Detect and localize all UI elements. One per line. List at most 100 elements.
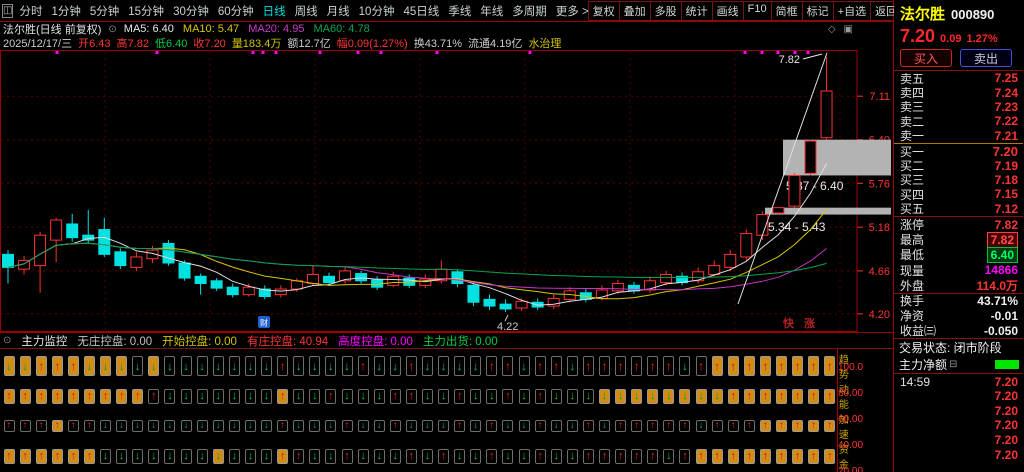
signal-cell: ↑ bbox=[663, 356, 674, 376]
period-tab-年线[interactable]: 年线 bbox=[480, 3, 503, 19]
axis-tick-label: 20.00 bbox=[838, 455, 869, 472]
toolbar-button-多股[interactable]: 多股 bbox=[650, 1, 682, 21]
signal-cell: ↑ bbox=[599, 356, 610, 376]
signal-cell: ↓ bbox=[358, 389, 369, 404]
signal-cell: ↓ bbox=[164, 389, 175, 404]
toolbar-button-简框[interactable]: 简框 bbox=[771, 1, 803, 21]
period-tab-10分钟[interactable]: 10分钟 bbox=[359, 3, 395, 19]
signal-cell: ↑ bbox=[760, 389, 771, 404]
period-tab-15分钟[interactable]: 15分钟 bbox=[128, 3, 164, 19]
signal-cell: ↑ bbox=[342, 420, 353, 432]
signal-cell: ↓ bbox=[197, 389, 208, 404]
signal-cell: ↓ bbox=[599, 420, 610, 432]
ohlc-segment: 低6.40 bbox=[155, 35, 187, 51]
signal-cell: ↓ bbox=[583, 389, 594, 404]
queue-price: 7.25 bbox=[995, 71, 1018, 85]
info-row-现量: 现量14866 bbox=[894, 262, 1023, 277]
tick-row: 7.20 bbox=[894, 433, 1023, 448]
period-tab-分时[interactable]: 分时 bbox=[19, 3, 42, 19]
window-icon[interactable]: ▣ bbox=[844, 24, 853, 35]
signal-cell: ↓ bbox=[229, 389, 240, 404]
toolbar-button-统计[interactable]: 统计 bbox=[681, 1, 713, 21]
info-label: 外盘 bbox=[900, 277, 924, 294]
signal-cell: ↓ bbox=[551, 449, 562, 464]
signal-cell: ↑ bbox=[744, 356, 755, 376]
toolbar-button-标记[interactable]: 标记 bbox=[802, 1, 834, 21]
period-tab-多周期[interactable]: 多周期 bbox=[512, 3, 547, 19]
signal-cell: ↑ bbox=[68, 389, 79, 404]
period-tab-5分钟[interactable]: 5分钟 bbox=[90, 3, 119, 19]
signal-cell: ↑ bbox=[535, 449, 546, 464]
sell-button[interactable]: 卖出 bbox=[960, 49, 1012, 67]
signal-cell: ↓ bbox=[438, 356, 449, 376]
toolbar-button-+自选[interactable]: +自选 bbox=[833, 1, 871, 21]
info-label: 收益㈢ bbox=[900, 322, 936, 339]
svg-text:5.76: 5.76 bbox=[869, 178, 890, 190]
signal-cell: ↓ bbox=[229, 356, 240, 376]
collapse-chevron-icon[interactable]: ⊙ bbox=[108, 24, 116, 35]
queue-label: 买五 bbox=[900, 200, 924, 217]
svg-text:7.11: 7.11 bbox=[869, 91, 890, 103]
signal-cell: ↓ bbox=[100, 356, 111, 376]
signal-cell: ↑ bbox=[631, 356, 642, 376]
info-value: 114.0万 bbox=[977, 277, 1018, 294]
signal-cell: ↓ bbox=[261, 356, 272, 376]
toolbar-button-画线[interactable]: 画线 bbox=[712, 1, 744, 21]
toolbar-button-叠加[interactable]: 叠加 bbox=[619, 1, 651, 21]
signal-cell: ↓ bbox=[679, 356, 690, 376]
period-tab-日线[interactable]: 日线 bbox=[263, 3, 286, 19]
signal-cell: ↓ bbox=[551, 389, 562, 404]
ohlc-segment: 流通4.19亿 bbox=[468, 35, 522, 51]
toolbar-button-F10[interactable]: F10 bbox=[743, 1, 772, 21]
period-tab-更多 >[interactable]: 更多 > bbox=[556, 3, 589, 19]
signal-cell: ↓ bbox=[390, 356, 401, 376]
tick-price: 7.20 bbox=[995, 375, 1018, 389]
info-value: 7.82 bbox=[987, 232, 1018, 248]
info-row-外盘: 外盘 114.0万 bbox=[894, 278, 1023, 293]
signal-cell: ↑ bbox=[342, 449, 353, 464]
signal-cell: ↓ bbox=[422, 420, 433, 432]
signal-cell: ↓ bbox=[84, 356, 95, 376]
layout-icon[interactable]: ◫ bbox=[2, 4, 13, 18]
period-tab-1分钟[interactable]: 1分钟 bbox=[51, 3, 80, 19]
queue-price: 7.24 bbox=[995, 86, 1018, 100]
period-tab-季线[interactable]: 季线 bbox=[448, 3, 471, 19]
period-tabs: 分时 1分钟 5分钟 15分钟 30分钟 60分钟日线周线月线 10分钟 45日线季线年线多周… bbox=[19, 3, 588, 19]
signal-cell: ↑ bbox=[4, 449, 15, 464]
ohlc-segment: 额12.7亿 bbox=[287, 35, 330, 51]
signal-cell: ↑ bbox=[502, 389, 513, 404]
buy-button[interactable]: 买入 bbox=[900, 49, 952, 67]
signal-cell: ↓ bbox=[374, 389, 385, 404]
ohlc-segment: 量183.4万 bbox=[232, 35, 282, 51]
candlestick-chart[interactable]: 7.116.405.765.184.664.205.87 - 6.405.34 … bbox=[0, 50, 893, 332]
signal-cell: ↑ bbox=[776, 420, 787, 432]
tick-price: 7.20 bbox=[995, 448, 1018, 462]
queue-price: 7.12 bbox=[995, 202, 1018, 216]
diamond-icon[interactable]: ◇ bbox=[828, 24, 836, 35]
signal-cell: ↓ bbox=[325, 356, 336, 376]
ma-line-MA5 bbox=[8, 163, 827, 305]
chart-column: ◫ 分时 1分钟 5分钟 15分钟 30分钟 60分钟日线周线月线 10分钟 45日线季线年线… bbox=[0, 0, 894, 472]
period-tab-60分钟[interactable]: 60分钟 bbox=[218, 3, 254, 19]
signal-cell: ↑ bbox=[4, 389, 15, 404]
signal-cell: ↓ bbox=[100, 420, 111, 432]
period-tab-月线[interactable]: 月线 bbox=[327, 3, 350, 19]
period-tab-周线[interactable]: 周线 bbox=[295, 3, 318, 19]
signal-cell: ↓ bbox=[132, 356, 143, 376]
signal-cell: ↑ bbox=[277, 356, 288, 376]
queue-row-买五[interactable]: 买五 7.12 bbox=[894, 202, 1023, 216]
signal-cell: ↓ bbox=[181, 389, 192, 404]
netflow-detail-icon[interactable]: ⊟ bbox=[949, 359, 957, 370]
signal-cell: ↑ bbox=[148, 389, 159, 404]
signal-cell: ↑ bbox=[728, 420, 739, 432]
queue-price: 7.21 bbox=[995, 129, 1018, 143]
period-tab-30分钟[interactable]: 30分钟 bbox=[173, 3, 209, 19]
queue-row-卖一[interactable]: 卖一7.21 bbox=[894, 129, 1023, 143]
signal-cell: ↓ bbox=[181, 449, 192, 464]
signal-cell: ↓ bbox=[164, 356, 175, 376]
signal-cell: ↓ bbox=[567, 356, 578, 376]
period-tab-45日线[interactable]: 45日线 bbox=[403, 3, 439, 19]
signal-cell: ↓ bbox=[181, 420, 192, 432]
collapse-chevron-icon[interactable]: ⊙ bbox=[3, 335, 11, 346]
toolbar-button-复权[interactable]: 复权 bbox=[588, 1, 620, 21]
